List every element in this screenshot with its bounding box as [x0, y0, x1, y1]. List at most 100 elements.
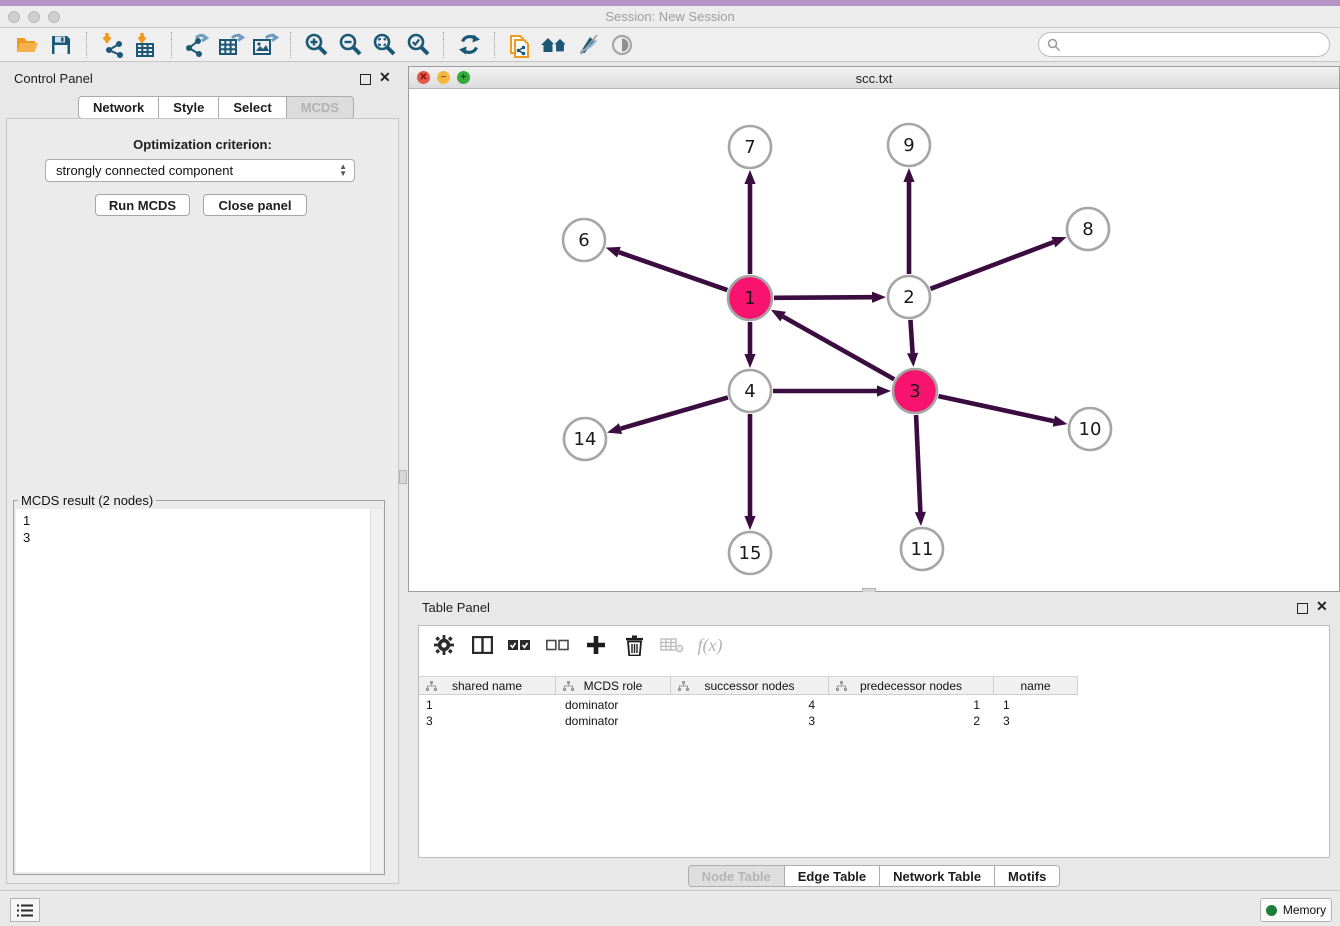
zoom-fit-icon	[372, 32, 397, 57]
mcds-result-line: 1	[23, 512, 370, 529]
import-table-icon	[133, 32, 159, 58]
cell-mcds-role[interactable]: dominator	[556, 713, 671, 729]
mcds-result-text[interactable]: 1 3	[16, 509, 370, 872]
column-header-mcds-role[interactable]: MCDS role	[556, 676, 671, 695]
column-header-name[interactable]: name	[994, 676, 1078, 695]
zoom-out-button[interactable]	[333, 31, 367, 59]
delete-table-button[interactable]	[659, 633, 685, 657]
function-builder-button[interactable]: f(x)	[697, 633, 723, 657]
import-network-icon	[99, 32, 125, 58]
save-icon	[50, 34, 72, 56]
table-header-row: shared name MCDS role successor nodes pr…	[419, 676, 1078, 695]
column-type-icon	[563, 681, 574, 692]
graph-edge-4-14[interactable]	[621, 397, 728, 428]
cell-predecessor-nodes[interactable]: 2	[829, 713, 994, 729]
export-image-button[interactable]	[248, 31, 282, 59]
graph-edge-1-2[interactable]	[774, 297, 872, 298]
table-row[interactable]: 1 dominator 4 1 1	[419, 697, 1078, 713]
select-all-rows-button[interactable]	[507, 633, 533, 657]
edge-arrowhead	[1053, 416, 1068, 427]
toolbar-separator	[290, 32, 291, 58]
graph-edge-2-8[interactable]	[931, 242, 1054, 289]
float-panel-icon[interactable]	[360, 72, 371, 90]
export-table-button[interactable]	[214, 31, 248, 59]
graph-edge-1-6[interactable]	[619, 252, 727, 290]
tab-edge-table[interactable]: Edge Table	[784, 865, 879, 887]
duplicate-network-button[interactable]	[503, 31, 537, 59]
show-column-panel-button[interactable]	[469, 633, 495, 657]
zoom-fit-button[interactable]	[367, 31, 401, 59]
zoom-out-icon	[338, 32, 363, 57]
tab-motifs[interactable]: Motifs	[994, 865, 1060, 887]
close-panel-button[interactable]: Close panel	[203, 194, 307, 216]
mcds-panel-body: Optimization criterion: strongly connect…	[6, 118, 399, 884]
run-mcds-button[interactable]: Run MCDS	[95, 194, 190, 216]
column-header-predecessor-nodes[interactable]: predecessor nodes	[829, 676, 994, 695]
network-window-titlebar[interactable]: ✕ − + scc.txt	[409, 67, 1339, 89]
tab-mcds[interactable]: MCDS	[286, 96, 354, 119]
float-panel-icon[interactable]	[1297, 601, 1308, 619]
delete-column-button[interactable]	[621, 633, 647, 657]
network-graph-canvas[interactable]: 7968124314101511	[409, 89, 1339, 591]
memory-button[interactable]: Memory	[1260, 898, 1332, 922]
mcds-result-title: MCDS result (2 nodes)	[18, 493, 156, 508]
network-view-window: ✕ − + scc.txt 7968124314101511	[408, 66, 1340, 592]
search-field[interactable]	[1038, 32, 1330, 57]
close-panel-icon[interactable]: ✕	[1316, 601, 1328, 612]
search-input[interactable]	[1066, 38, 1329, 52]
style-brush-icon	[576, 32, 601, 57]
open-folder-icon	[15, 33, 39, 57]
column-header-successor-nodes[interactable]: successor nodes	[671, 676, 829, 695]
column-header-shared-name[interactable]: shared name	[419, 676, 556, 695]
cell-name[interactable]: 1	[994, 697, 1078, 713]
graph-edge-2-3[interactable]	[910, 320, 912, 353]
open-session-button[interactable]	[10, 31, 44, 59]
task-history-button[interactable]	[10, 898, 40, 922]
cell-successor-nodes[interactable]: 4	[671, 697, 829, 713]
import-table-button[interactable]	[129, 31, 163, 59]
edge-arrowhead	[771, 310, 786, 322]
cell-mcds-role[interactable]: dominator	[556, 697, 671, 713]
refresh-layout-button[interactable]	[452, 31, 486, 59]
control-panel: Control Panel ✕ Network Style Select MCD…	[0, 62, 405, 890]
graph-edge-3-11[interactable]	[916, 415, 920, 512]
show-graphics-details-button[interactable]	[605, 31, 639, 59]
cell-shared-name[interactable]: 3	[419, 713, 556, 729]
close-panel-icon[interactable]: ✕	[379, 72, 391, 83]
cell-successor-nodes[interactable]: 3	[671, 713, 829, 729]
table-row[interactable]: 3 dominator 3 2 3	[419, 713, 1078, 729]
cell-predecessor-nodes[interactable]: 1	[829, 697, 994, 713]
graph-node-label: 9	[903, 135, 914, 156]
import-network-button[interactable]	[95, 31, 129, 59]
edge-arrowhead	[744, 170, 755, 184]
toolbar-separator	[494, 32, 495, 58]
export-network-button[interactable]	[180, 31, 214, 59]
cell-shared-name[interactable]: 1	[419, 697, 556, 713]
graph-edge-3-10[interactable]	[938, 396, 1053, 421]
edge-arrowhead	[744, 354, 755, 368]
network-graph: 7968124314101511	[409, 89, 1339, 591]
zoom-in-button[interactable]	[299, 31, 333, 59]
save-session-button[interactable]	[44, 31, 78, 59]
table-options-button[interactable]	[431, 633, 457, 657]
add-column-button[interactable]	[583, 633, 609, 657]
cell-name[interactable]: 3	[994, 713, 1078, 729]
edge-arrowhead	[872, 292, 886, 303]
panel-splitter-handle[interactable]	[399, 470, 407, 484]
tab-select[interactable]: Select	[218, 96, 285, 119]
control-panel-header: Control Panel ✕	[0, 62, 405, 94]
apply-style-button[interactable]	[571, 31, 605, 59]
network-window-title: scc.txt	[409, 71, 1339, 86]
cybrowser-home-button[interactable]	[537, 31, 571, 59]
tab-network[interactable]: Network	[78, 96, 158, 119]
tab-style[interactable]: Style	[158, 96, 218, 119]
control-panel-tabs: Network Style Select MCDS	[78, 96, 354, 119]
criterion-select[interactable]: strongly connected component ▲▼	[45, 159, 355, 182]
tab-node-table[interactable]: Node Table	[688, 865, 784, 887]
toolbar-separator	[443, 32, 444, 58]
zoom-selected-button[interactable]	[401, 31, 435, 59]
mcds-result-scrollbar[interactable]	[370, 509, 382, 872]
graph-edge-3-1[interactable]	[783, 317, 894, 380]
deselect-all-rows-button[interactable]	[545, 633, 571, 657]
tab-network-table[interactable]: Network Table	[879, 865, 994, 887]
